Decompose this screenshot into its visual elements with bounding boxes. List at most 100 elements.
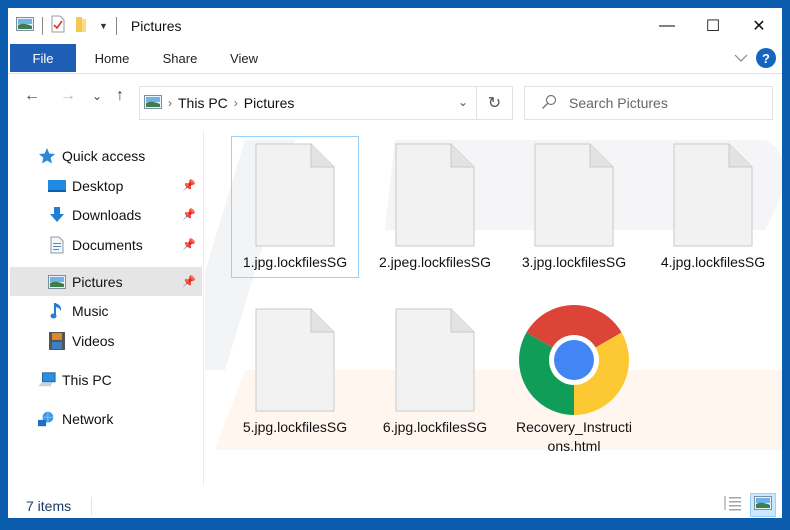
address-bar[interactable]: › This PC › Pictures ⌄ ↻ (139, 86, 513, 120)
expand-ribbon-icon[interactable] (734, 49, 748, 67)
file-name: 2.jpeg.lockfilesSG (378, 254, 492, 270)
new-folder-icon[interactable] (75, 15, 87, 38)
minimize-icon: — (659, 17, 675, 34)
back-button[interactable]: ← (24, 87, 40, 105)
file-item[interactable]: 6.jpg.lockfilesSG (371, 302, 499, 441)
minimize-button[interactable]: — (644, 8, 690, 44)
details-view-icon (724, 495, 742, 516)
file-explorer-window: ▼ Pictures — ☐ ✕ File Home Share View ? … (8, 8, 782, 518)
window-controls: — ☐ ✕ (644, 8, 782, 44)
sidebar-item-label: Network (62, 410, 114, 427)
help-icon[interactable]: ? (756, 48, 776, 68)
file-name: Recovery_Instructions.html (516, 419, 632, 454)
large-icons-view-icon (754, 495, 772, 515)
up-button[interactable]: ↑ (116, 87, 124, 105)
navigation-pane: Quick access Desktop 📌 Downloads 📌 Docum… (8, 130, 204, 486)
videos-icon (48, 331, 66, 350)
large-icons-view-button[interactable] (750, 493, 776, 517)
blank-file-icon (255, 137, 335, 253)
pin-icon[interactable]: 📌 (182, 208, 196, 221)
recent-locations-button[interactable]: ⌄ (92, 89, 102, 103)
sidebar-item-label: Desktop (72, 177, 124, 194)
pin-icon[interactable]: 📌 (182, 179, 196, 192)
pictures-folder-icon[interactable] (16, 16, 34, 36)
file-name: 6.jpg.lockfilesSG (382, 419, 488, 435)
pin-icon[interactable]: 📌 (182, 238, 196, 251)
file-name: 5.jpg.lockfilesSG (242, 419, 348, 435)
sidebar-item-music[interactable]: Music (48, 296, 202, 325)
file-item[interactable]: 1.jpg.lockfilesSG (231, 136, 359, 278)
search-input[interactable] (569, 95, 749, 111)
file-item[interactable]: 5.jpg.lockfilesSG (231, 302, 359, 441)
window-title: Pictures (130, 18, 182, 34)
blank-file-icon (255, 302, 335, 418)
blank-file-icon (534, 137, 614, 253)
file-name: 1.jpg.lockfilesSG (242, 254, 348, 270)
file-list-view[interactable]: 1.jpg.lockfilesSG 2.jpeg.lockfilesSG 3.j… (205, 120, 782, 486)
breadcrumb: › This PC › Pictures (140, 94, 295, 112)
status-bar: 7 items (8, 493, 782, 518)
address-dropdown-icon[interactable]: ⌄ (458, 95, 468, 109)
sidebar-item-label: This PC (62, 371, 112, 388)
customize-toolbar-icon[interactable]: ▼ (99, 21, 108, 31)
item-count: 7 items (26, 497, 72, 514)
breadcrumb-this-pc[interactable]: This PC (178, 95, 228, 111)
ribbon-tabs: File Home Share View ? (8, 44, 782, 74)
sidebar-item-documents[interactable]: Documents 📌 (48, 230, 202, 259)
sidebar-item-label: Downloads (72, 206, 142, 223)
tab-share[interactable]: Share (154, 44, 206, 72)
view-mode-buttons (720, 493, 776, 517)
tab-view[interactable]: View (222, 44, 266, 72)
pictures-icon (48, 273, 66, 291)
navigation-bar: ← → ⌄ ↑ › This PC › Pictures ⌄ ↻ (8, 75, 782, 120)
breadcrumb-pictures[interactable]: Pictures (244, 95, 295, 111)
sidebar-item-pictures[interactable]: Pictures 📌 (10, 267, 202, 296)
network-icon (38, 410, 56, 428)
sidebar-item-downloads[interactable]: Downloads 📌 (48, 200, 202, 229)
status-separator (91, 496, 93, 515)
sidebar-item-videos[interactable]: Videos (48, 326, 202, 355)
sidebar-item-label: Videos (72, 332, 115, 349)
file-item[interactable]: 2.jpeg.lockfilesSG (371, 137, 499, 276)
download-icon (48, 206, 66, 224)
search-icon (541, 94, 557, 113)
search-box[interactable] (524, 86, 773, 120)
sidebar-item-network[interactable]: Network (38, 404, 202, 433)
sidebar-item-desktop[interactable]: Desktop 📌 (48, 171, 202, 200)
quick-access-toolbar: ▼ (8, 15, 125, 38)
maximize-icon: ☐ (705, 18, 721, 35)
sidebar-item-label: Pictures (72, 273, 123, 290)
sidebar-item-quick-access[interactable]: Quick access (38, 141, 230, 170)
desktop-icon (48, 177, 66, 195)
breadcrumb-separator: › (233, 96, 238, 110)
maximize-button[interactable]: ☐ (690, 8, 736, 44)
tab-file[interactable]: File (10, 44, 76, 72)
pictures-location-icon (144, 94, 162, 112)
blank-file-icon (673, 137, 753, 253)
close-button[interactable]: ✕ (736, 8, 782, 44)
file-item[interactable]: 3.jpg.lockfilesSG (510, 137, 638, 276)
music-icon (48, 302, 66, 320)
breadcrumb-separator: › (168, 96, 172, 110)
file-name: 3.jpg.lockfilesSG (521, 254, 627, 270)
toolbar-separator (115, 17, 117, 35)
pin-icon[interactable]: 📌 (182, 275, 196, 288)
sidebar-item-label: Documents (72, 236, 143, 253)
blank-file-icon (395, 137, 475, 253)
chrome-html-icon (519, 302, 629, 418)
sidebar-item-label: Quick access (62, 147, 146, 164)
details-view-button[interactable] (720, 493, 746, 517)
file-item[interactable]: 4.jpg.lockfilesSG (649, 137, 777, 276)
title-bar: ▼ Pictures — ☐ ✕ (8, 8, 782, 44)
computer-icon (38, 371, 56, 389)
file-name: 4.jpg.lockfilesSG (660, 254, 766, 270)
documents-icon (48, 236, 66, 254)
file-item[interactable]: Recovery_Instructions.html (510, 302, 638, 460)
refresh-button[interactable]: ↻ (476, 87, 512, 119)
blank-file-icon (395, 302, 475, 418)
forward-button[interactable]: → (60, 87, 76, 105)
tab-home[interactable]: Home (86, 44, 138, 72)
properties-icon[interactable] (51, 15, 65, 38)
close-icon: ✕ (752, 18, 766, 35)
sidebar-item-this-pc[interactable]: This PC (38, 365, 202, 394)
